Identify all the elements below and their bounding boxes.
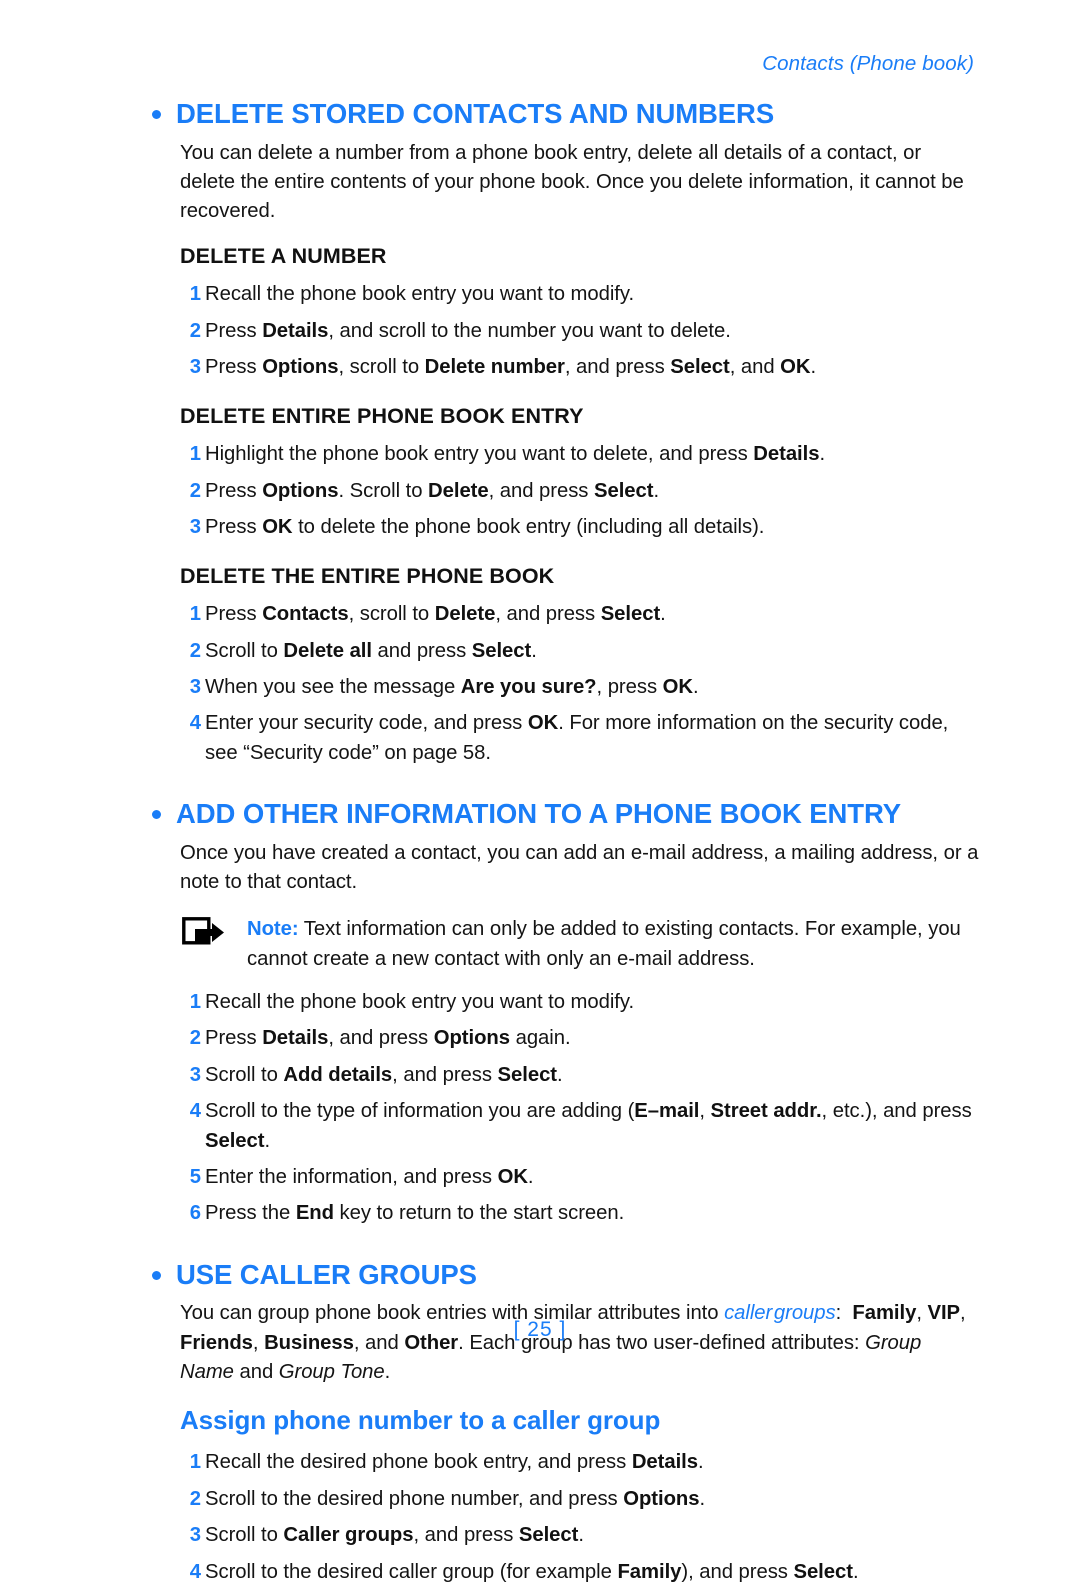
step-text: Press the End key to return to the start…: [205, 1202, 625, 1225]
step-text: Press Options, scroll to Delete number, …: [205, 355, 817, 378]
step-text: Press OK to delete the phone book entry …: [205, 515, 765, 538]
list-item: 3 Press Options, scroll to Delete number…: [152, 353, 980, 382]
step-number: 4: [189, 712, 201, 735]
list-item: 6 Press the End key to return to the sta…: [152, 1199, 980, 1228]
step-number: 1: [189, 283, 201, 306]
step-number: 1: [189, 443, 201, 466]
step-text: Scroll to Delete all and press Select.: [205, 639, 537, 662]
list-item: 1 Highlight the phone book entry you wan…: [152, 440, 980, 469]
subsection-heading-delete-entire-phone-book-entry: DELETE ENTIRE PHONE BOOK ENTRY: [180, 404, 584, 429]
step-number: 1: [189, 990, 201, 1013]
step-text: Scroll to the type of information you ar…: [205, 1100, 972, 1152]
list-item: 1 Press Contacts, scroll to Delete, and …: [152, 600, 980, 629]
heading-text: DELETE STORED CONTACTS AND NUMBERS: [176, 98, 775, 129]
step-number: 5: [189, 1165, 201, 1188]
step-text: Enter your security code, and press OK. …: [205, 712, 949, 764]
steps-delete-the-entire-phone-book: 1 Press Contacts, scroll to Delete, and …: [152, 600, 980, 768]
step-number: 3: [189, 1063, 201, 1086]
subsection-heading-delete-the-entire-phone-book: DELETE THE ENTIRE PHONE BOOK: [180, 564, 555, 589]
list-item: 2 Scroll to Delete all and press Select.: [152, 637, 980, 666]
step-text: When you see the message Are you sure?, …: [205, 676, 699, 699]
step-text: Press Details, and press Options again.: [205, 1027, 571, 1050]
step-text: Highlight the phone book entry you want …: [205, 443, 826, 466]
list-item: 1 Recall the phone book entry you want t…: [152, 988, 980, 1017]
step-number: 2: [189, 1487, 201, 1510]
page-number: [ 25 ]: [513, 1318, 567, 1341]
section-heading-use-caller-groups: USE CALLER GROUPS: [152, 1259, 980, 1291]
note-label: Note:: [247, 918, 299, 941]
step-number: 1: [189, 603, 201, 626]
list-item: 2 Press Details, and scroll to the numbe…: [152, 317, 980, 346]
step-number: 2: [189, 1027, 201, 1050]
section-heading-add-other-information: ADD OTHER INFORMATION TO A PHONE BOOK EN…: [152, 798, 980, 830]
bullet-icon: [152, 110, 161, 119]
step-text: Recall the phone book entry you want to …: [205, 283, 635, 306]
step-text: Enter the information, and press OK.: [205, 1165, 534, 1188]
steps-add-other-information: 1 Recall the phone book entry you want t…: [152, 988, 980, 1229]
step-text: Recall the phone book entry you want to …: [205, 990, 635, 1013]
step-number: 2: [189, 319, 201, 342]
list-item: 5 Enter the information, and press OK.: [152, 1163, 980, 1192]
subsection-heading-delete-a-number: DELETE A NUMBER: [180, 244, 387, 269]
section-intro-paragraph: You can group phone book entries with si…: [180, 1302, 966, 1383]
list-item: 4 Scroll to the desired caller group (fo…: [152, 1558, 980, 1587]
step-number: 6: [189, 1202, 201, 1225]
step-number: 1: [189, 1451, 201, 1474]
step-text: Scroll to the desired caller group (for …: [205, 1560, 859, 1583]
bullet-icon: [152, 810, 161, 820]
note-arrow-icon: [182, 917, 226, 951]
step-number: 3: [189, 515, 201, 538]
step-text: Press Contacts, scroll to Delete, and pr…: [205, 603, 666, 626]
list-item: 1 Recall the phone book entry you want t…: [152, 280, 980, 309]
page-content: DELETE STORED CONTACTS AND NUMBERS You c…: [152, 98, 980, 1587]
step-text: Scroll to the desired phone number, and …: [205, 1487, 706, 1510]
step-number: 3: [189, 676, 201, 699]
step-number: 2: [189, 639, 201, 662]
step-number: 4: [189, 1560, 201, 1583]
section-intro-paragraph: Once you have created a contact, you can…: [180, 841, 979, 894]
list-item: 3 Scroll to Caller groups, and press Sel…: [152, 1521, 980, 1550]
list-item: 2 Scroll to the desired phone number, an…: [152, 1485, 980, 1514]
section-heading-delete-stored-contacts-and-numbers: DELETE STORED CONTACTS AND NUMBERS: [152, 98, 980, 130]
step-text: Scroll to Add details, and press Select.: [205, 1063, 563, 1086]
running-header: Contacts (Phone book): [762, 52, 974, 75]
note-text: Note: Text information can only be added…: [247, 918, 961, 970]
note-block: Note: Text information can only be added…: [152, 915, 980, 973]
step-number: 4: [189, 1100, 201, 1123]
step-number: 3: [189, 1524, 201, 1547]
step-text: Press Details, and scroll to the number …: [205, 319, 731, 342]
list-item: 1 Recall the desired phone book entry, a…: [152, 1448, 980, 1477]
list-item: 4 Enter your security code, and press OK…: [152, 709, 980, 768]
step-text: Recall the desired phone book entry, and…: [205, 1451, 704, 1474]
steps-delete-entire-phone-book-entry: 1 Highlight the phone book entry you wan…: [152, 440, 980, 542]
list-item: 4 Scroll to the type of information you …: [152, 1097, 980, 1156]
list-item: 3 Press OK to delete the phone book entr…: [152, 513, 980, 542]
step-text: Scroll to Caller groups, and press Selec…: [205, 1524, 584, 1547]
section-intro-paragraph: You can delete a number from a phone boo…: [180, 141, 964, 223]
heading-text: ADD OTHER INFORMATION TO A PHONE BOOK EN…: [176, 798, 901, 830]
bullet-icon: [152, 1270, 161, 1280]
steps-assign-phone-number-to-caller-group: 1 Recall the desired phone book entry, a…: [152, 1448, 980, 1587]
list-item: 3 When you see the message Are you sure?…: [152, 673, 980, 702]
heading-text: USE CALLER GROUPS: [176, 1258, 477, 1290]
list-item: 3 Scroll to Add details, and press Selec…: [152, 1061, 980, 1090]
subheading-assign-phone-number-to-a-caller-group: Assign phone number to a caller group: [180, 1405, 661, 1436]
step-number: 2: [189, 479, 201, 502]
group-tone-term: Group Tone: [278, 1360, 385, 1383]
list-item: 2 Press Details, and press Options again…: [152, 1024, 980, 1053]
steps-delete-a-number: 1 Recall the phone book entry you want t…: [152, 280, 980, 382]
list-item: 2 Press Options. Scroll to Delete, and p…: [152, 477, 980, 506]
document-page: Contacts (Phone book) DELETE STORED CONT…: [0, 0, 1080, 1583]
step-number: 3: [189, 355, 201, 378]
step-text: Press Options. Scroll to Delete, and pre…: [205, 479, 660, 502]
